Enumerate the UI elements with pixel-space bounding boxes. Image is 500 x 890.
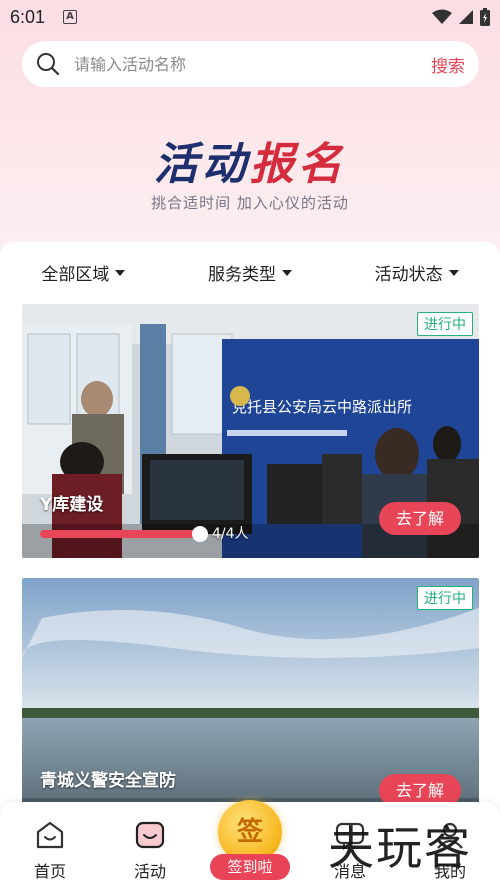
status-badge: 进行中 [417, 312, 473, 336]
filter-service-type-label: 服务类型 [208, 265, 276, 285]
search-bar: 搜索 [22, 41, 479, 87]
status-badge: 进行中 [417, 586, 473, 610]
home-icon [36, 821, 64, 849]
checkin-button[interactable]: 签 签到啦 [210, 800, 290, 888]
notification-icon: A [63, 10, 78, 24]
activity-card[interactable]: 进行中 青城义警安全宣防 去了解 [22, 578, 479, 832]
signal-icon [459, 10, 473, 24]
wifi-icon [432, 9, 452, 24]
hero-title-part1: 活动 [154, 139, 250, 190]
filter-status[interactable]: 活动状态 [333, 260, 500, 285]
search-icon [37, 53, 60, 76]
tab-home[interactable]: 首页 [15, 820, 85, 882]
caret-down-icon [282, 269, 292, 276]
status-time: 6:01 [10, 6, 46, 27]
tab-activity[interactable]: 活动 [115, 820, 185, 882]
filter-region[interactable]: 全部区域 [0, 260, 167, 285]
filter-region-label: 全部区域 [41, 265, 110, 285]
signup-count: 4/4人 [212, 526, 249, 542]
wall-sign-text: 克托县公安局云中路派出所 [232, 398, 412, 416]
progress-knob [192, 526, 208, 542]
checkin-label: 签到啦 [210, 854, 290, 880]
activity-card[interactable]: 克托县公安局云中路派出所 进行中 Y库建设 4/4人 去了解 [22, 304, 479, 558]
activity-list-panel: 全部区域 服务类型 活动状态 克托县公安局云中路派出所 进行中 Y库建设 4/4… [0, 242, 500, 890]
search-button[interactable]: 搜索 [431, 52, 465, 77]
search-input[interactable] [74, 54, 431, 74]
hero-title: 活动报名 [0, 128, 500, 192]
tab-home-label: 首页 [33, 862, 66, 881]
battery-icon [480, 8, 490, 26]
filter-bar: 全部区域 服务类型 活动状态 [0, 260, 500, 285]
tab-activity-label: 活动 [133, 862, 166, 881]
status-icons [432, 8, 490, 26]
status-bar: 6:01 A [0, 0, 500, 34]
filter-status-label: 活动状态 [374, 265, 443, 285]
filter-service-type[interactable]: 服务类型 [167, 260, 334, 285]
activity-title: 青城义警安全宣防 [40, 771, 176, 791]
signup-progress-fill [40, 530, 200, 538]
signup-progress-bar [40, 526, 208, 542]
learn-more-button[interactable]: 去了解 [379, 502, 461, 535]
activity-title: Y库建设 [40, 495, 104, 515]
caret-down-icon [448, 269, 459, 276]
watermark: 夫玩客 [328, 821, 472, 875]
activity-icon [135, 821, 165, 849]
caret-down-icon [115, 269, 126, 276]
hero-subtitle: 挑合适时间 加入心仪的活动 [151, 194, 349, 212]
hero-title-part2: 报名 [250, 139, 346, 190]
